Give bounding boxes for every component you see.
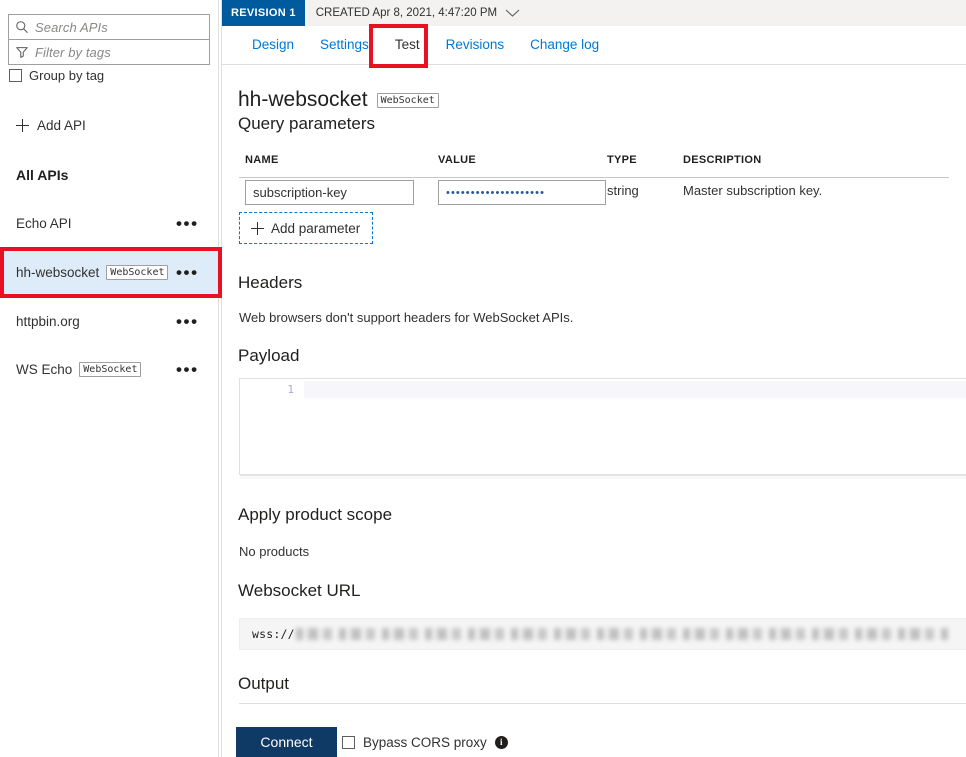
- page-title-text: hh-websocket: [238, 88, 368, 112]
- payload-editor-wrapper: 1: [222, 378, 966, 480]
- revision-created-info[interactable]: CREATED Apr 8, 2021, 4:47:20 PM: [316, 7, 520, 19]
- parameter-value-input[interactable]: ••••••••••••••••••••: [438, 180, 606, 205]
- query-parameters-heading: Query parameters: [238, 114, 375, 134]
- tab-settings[interactable]: Settings: [307, 26, 382, 64]
- query-parameters-table-header: NAME VALUE TYPE DESCRIPTION: [239, 154, 949, 178]
- parameter-description: Master subscription key.: [683, 183, 822, 198]
- headers-note: Web browsers don't support headers for W…: [239, 310, 573, 325]
- chevron-down-icon[interactable]: [505, 9, 520, 17]
- filter-icon: [15, 45, 29, 59]
- payload-heading: Payload: [238, 346, 299, 366]
- column-header-description: DESCRIPTION: [683, 154, 761, 166]
- add-parameter-button[interactable]: Add parameter: [239, 212, 373, 244]
- add-parameter-label: Add parameter: [271, 221, 360, 236]
- sidebar-item-httpbin-org[interactable]: httpbin.org •••: [0, 297, 218, 346]
- revision-bar: REVISION 1 CREATED Apr 8, 2021, 4:47:20 …: [222, 0, 966, 26]
- api-item-label: httpbin.org: [16, 314, 80, 329]
- add-api-label: Add API: [37, 118, 86, 133]
- connect-button[interactable]: Connect: [236, 727, 337, 757]
- api-detail-pane: REVISION 1 CREATED Apr 8, 2021, 4:47:20 …: [222, 0, 966, 757]
- api-item-label: hh-websocket WebSocket: [16, 265, 168, 280]
- apply-product-scope-heading: Apply product scope: [238, 505, 392, 525]
- payload-line-number: 1: [287, 383, 294, 396]
- parameter-type: string: [607, 183, 639, 198]
- websocket-badge: WebSocket: [377, 93, 439, 108]
- sidebar-item-hh-websocket[interactable]: hh-websocket WebSocket •••: [0, 248, 218, 297]
- api-item-menu-button[interactable]: •••: [176, 365, 199, 375]
- search-input-placeholder: Search APIs: [35, 20, 108, 35]
- search-input[interactable]: Search APIs: [8, 14, 210, 40]
- websocket-url-field[interactable]: wss://: [239, 618, 966, 650]
- plus-icon: [16, 119, 29, 132]
- sidebar-item-echo-api[interactable]: Echo API •••: [0, 199, 218, 248]
- checkbox-box: [9, 69, 22, 82]
- bypass-cors-proxy-checkbox[interactable]: Bypass CORS proxy i: [342, 735, 508, 750]
- tab-revisions[interactable]: Revisions: [433, 26, 518, 64]
- column-header-name: NAME: [245, 154, 279, 166]
- column-header-value: VALUE: [438, 154, 476, 166]
- revision-created-label: CREATED Apr 8, 2021, 4:47:20 PM: [316, 7, 497, 19]
- output-heading: Output: [238, 674, 289, 694]
- search-icon: [15, 20, 29, 34]
- tab-test[interactable]: Test: [382, 26, 433, 64]
- api-tabs: Design Settings Test Revisions Change lo…: [222, 26, 966, 65]
- api-sidebar: Search APIs Filter by tags Group by tag …: [0, 0, 218, 757]
- api-item-label: Echo API: [16, 216, 72, 231]
- payload-editor[interactable]: 1: [239, 378, 966, 475]
- api-item-label: WS Echo WebSocket: [16, 362, 141, 377]
- footer-divider: [239, 703, 966, 704]
- api-item-menu-button[interactable]: •••: [176, 317, 199, 327]
- websocket-badge: WebSocket: [106, 265, 168, 280]
- websocket-badge: WebSocket: [79, 362, 141, 377]
- group-by-tag-label: Group by tag: [29, 68, 104, 83]
- page-title: hh-websocket WebSocket: [238, 88, 439, 112]
- tab-design[interactable]: Design: [239, 26, 307, 64]
- revision-badge: REVISION 1: [222, 0, 305, 26]
- info-icon[interactable]: i: [495, 736, 508, 749]
- column-header-type: TYPE: [607, 154, 637, 166]
- sidebar-divider: [218, 0, 219, 757]
- plus-icon: [251, 222, 264, 235]
- checkbox-box: [342, 736, 355, 749]
- websocket-url-redacted-text: [296, 628, 948, 640]
- product-scope-note: No products: [239, 544, 309, 559]
- websocket-url-heading: Websocket URL: [238, 581, 361, 601]
- sidebar-item-ws-echo[interactable]: WS Echo WebSocket •••: [0, 345, 218, 394]
- websocket-url-wrapper: wss://: [222, 618, 966, 652]
- add-api-button[interactable]: Add API: [16, 118, 86, 133]
- payload-gutter: 1: [240, 379, 304, 474]
- bypass-cors-proxy-label: Bypass CORS proxy: [363, 735, 487, 750]
- payload-horizontal-scrollbar[interactable]: [240, 475, 966, 479]
- api-item-menu-button[interactable]: •••: [176, 219, 199, 229]
- filter-by-tags-input[interactable]: Filter by tags: [8, 39, 210, 65]
- table-row: subscription-key •••••••••••••••••••• st…: [239, 180, 949, 207]
- group-by-tag-checkbox[interactable]: Group by tag: [9, 68, 104, 83]
- websocket-url-scheme: wss://: [252, 627, 295, 641]
- payload-active-line: [304, 381, 966, 398]
- filter-input-placeholder: Filter by tags: [35, 45, 111, 60]
- api-item-menu-button[interactable]: •••: [176, 268, 199, 278]
- headers-heading: Headers: [238, 273, 302, 293]
- all-apis-heading: All APIs: [16, 167, 68, 183]
- parameter-name-input[interactable]: subscription-key: [245, 180, 414, 205]
- tab-change-log[interactable]: Change log: [517, 26, 612, 64]
